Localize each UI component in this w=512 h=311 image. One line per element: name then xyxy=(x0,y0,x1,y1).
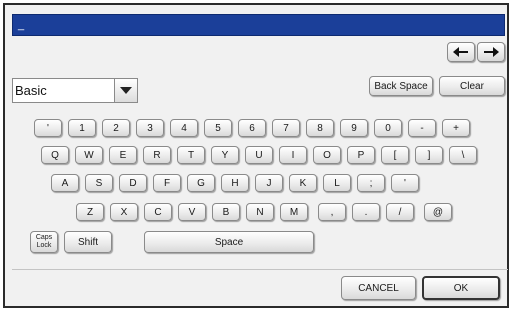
key[interactable]: Q xyxy=(41,146,69,164)
key[interactable]: I xyxy=(279,146,307,164)
key[interactable]: 3 xyxy=(136,119,164,137)
key[interactable]: U xyxy=(245,146,273,164)
key[interactable]: K xyxy=(289,174,317,192)
key[interactable]: @ xyxy=(424,203,452,221)
key[interactable]: 9 xyxy=(340,119,368,137)
key[interactable]: 7 xyxy=(272,119,300,137)
key[interactable]: B xyxy=(212,203,240,221)
key[interactable]: O xyxy=(313,146,341,164)
key[interactable]: J xyxy=(255,174,283,192)
text-input-display[interactable]: _ xyxy=(12,14,505,36)
key[interactable]: M xyxy=(280,203,308,221)
key[interactable]: C xyxy=(144,203,172,221)
backspace-button[interactable]: Back Space xyxy=(369,76,433,96)
key[interactable]: ] xyxy=(415,146,443,164)
key[interactable]: Y xyxy=(211,146,239,164)
key[interactable]: [ xyxy=(381,146,409,164)
cursor-right-button[interactable] xyxy=(477,42,505,62)
key[interactable]: 5 xyxy=(204,119,232,137)
key[interactable]: F xyxy=(153,174,181,192)
key[interactable]: H xyxy=(221,174,249,192)
space-key[interactable]: Space xyxy=(144,231,314,253)
caps-lock-key[interactable]: Caps Lock xyxy=(30,231,58,253)
key[interactable]: - xyxy=(408,119,436,137)
chevron-down-icon xyxy=(114,79,137,102)
key[interactable]: ' xyxy=(34,119,62,137)
key[interactable]: R xyxy=(143,146,171,164)
key[interactable]: . xyxy=(352,203,380,221)
key[interactable]: A xyxy=(51,174,79,192)
key[interactable]: V xyxy=(178,203,206,221)
key[interactable]: S xyxy=(85,174,113,192)
key[interactable]: ; xyxy=(357,174,385,192)
key[interactable]: \ xyxy=(449,146,477,164)
key[interactable]: 4 xyxy=(170,119,198,137)
key[interactable]: 6 xyxy=(238,119,266,137)
key[interactable]: N xyxy=(246,203,274,221)
key[interactable]: 1 xyxy=(68,119,96,137)
footer-divider xyxy=(12,269,508,270)
key[interactable]: G xyxy=(187,174,215,192)
cancel-button[interactable]: CANCEL xyxy=(341,276,416,300)
ok-button[interactable]: OK xyxy=(422,276,500,300)
arrow-left-icon xyxy=(453,47,468,57)
key[interactable]: D xyxy=(119,174,147,192)
key[interactable]: / xyxy=(386,203,414,221)
caps-lock-label-top: Caps xyxy=(35,234,53,241)
key[interactable]: P xyxy=(347,146,375,164)
arrow-right-icon xyxy=(484,47,499,57)
caps-lock-label: Caps Lock xyxy=(36,234,52,250)
key[interactable]: 0 xyxy=(374,119,402,137)
key[interactable]: W xyxy=(75,146,103,164)
caps-lock-label-bottom: Lock xyxy=(36,242,52,249)
key[interactable]: X xyxy=(110,203,138,221)
key[interactable]: , xyxy=(318,203,346,221)
key[interactable]: ' xyxy=(391,174,419,192)
key[interactable]: + xyxy=(442,119,470,137)
key[interactable]: L xyxy=(323,174,351,192)
key[interactable]: 8 xyxy=(306,119,334,137)
key[interactable]: E xyxy=(109,146,137,164)
key[interactable]: Z xyxy=(76,203,104,221)
mode-select[interactable]: Basic xyxy=(12,78,138,103)
key[interactable]: T xyxy=(177,146,205,164)
mode-select-value: Basic xyxy=(15,83,47,98)
clear-button[interactable]: Clear xyxy=(439,76,505,96)
shift-key[interactable]: Shift xyxy=(64,231,112,253)
cursor-left-button[interactable] xyxy=(447,42,475,62)
key[interactable]: 2 xyxy=(102,119,130,137)
